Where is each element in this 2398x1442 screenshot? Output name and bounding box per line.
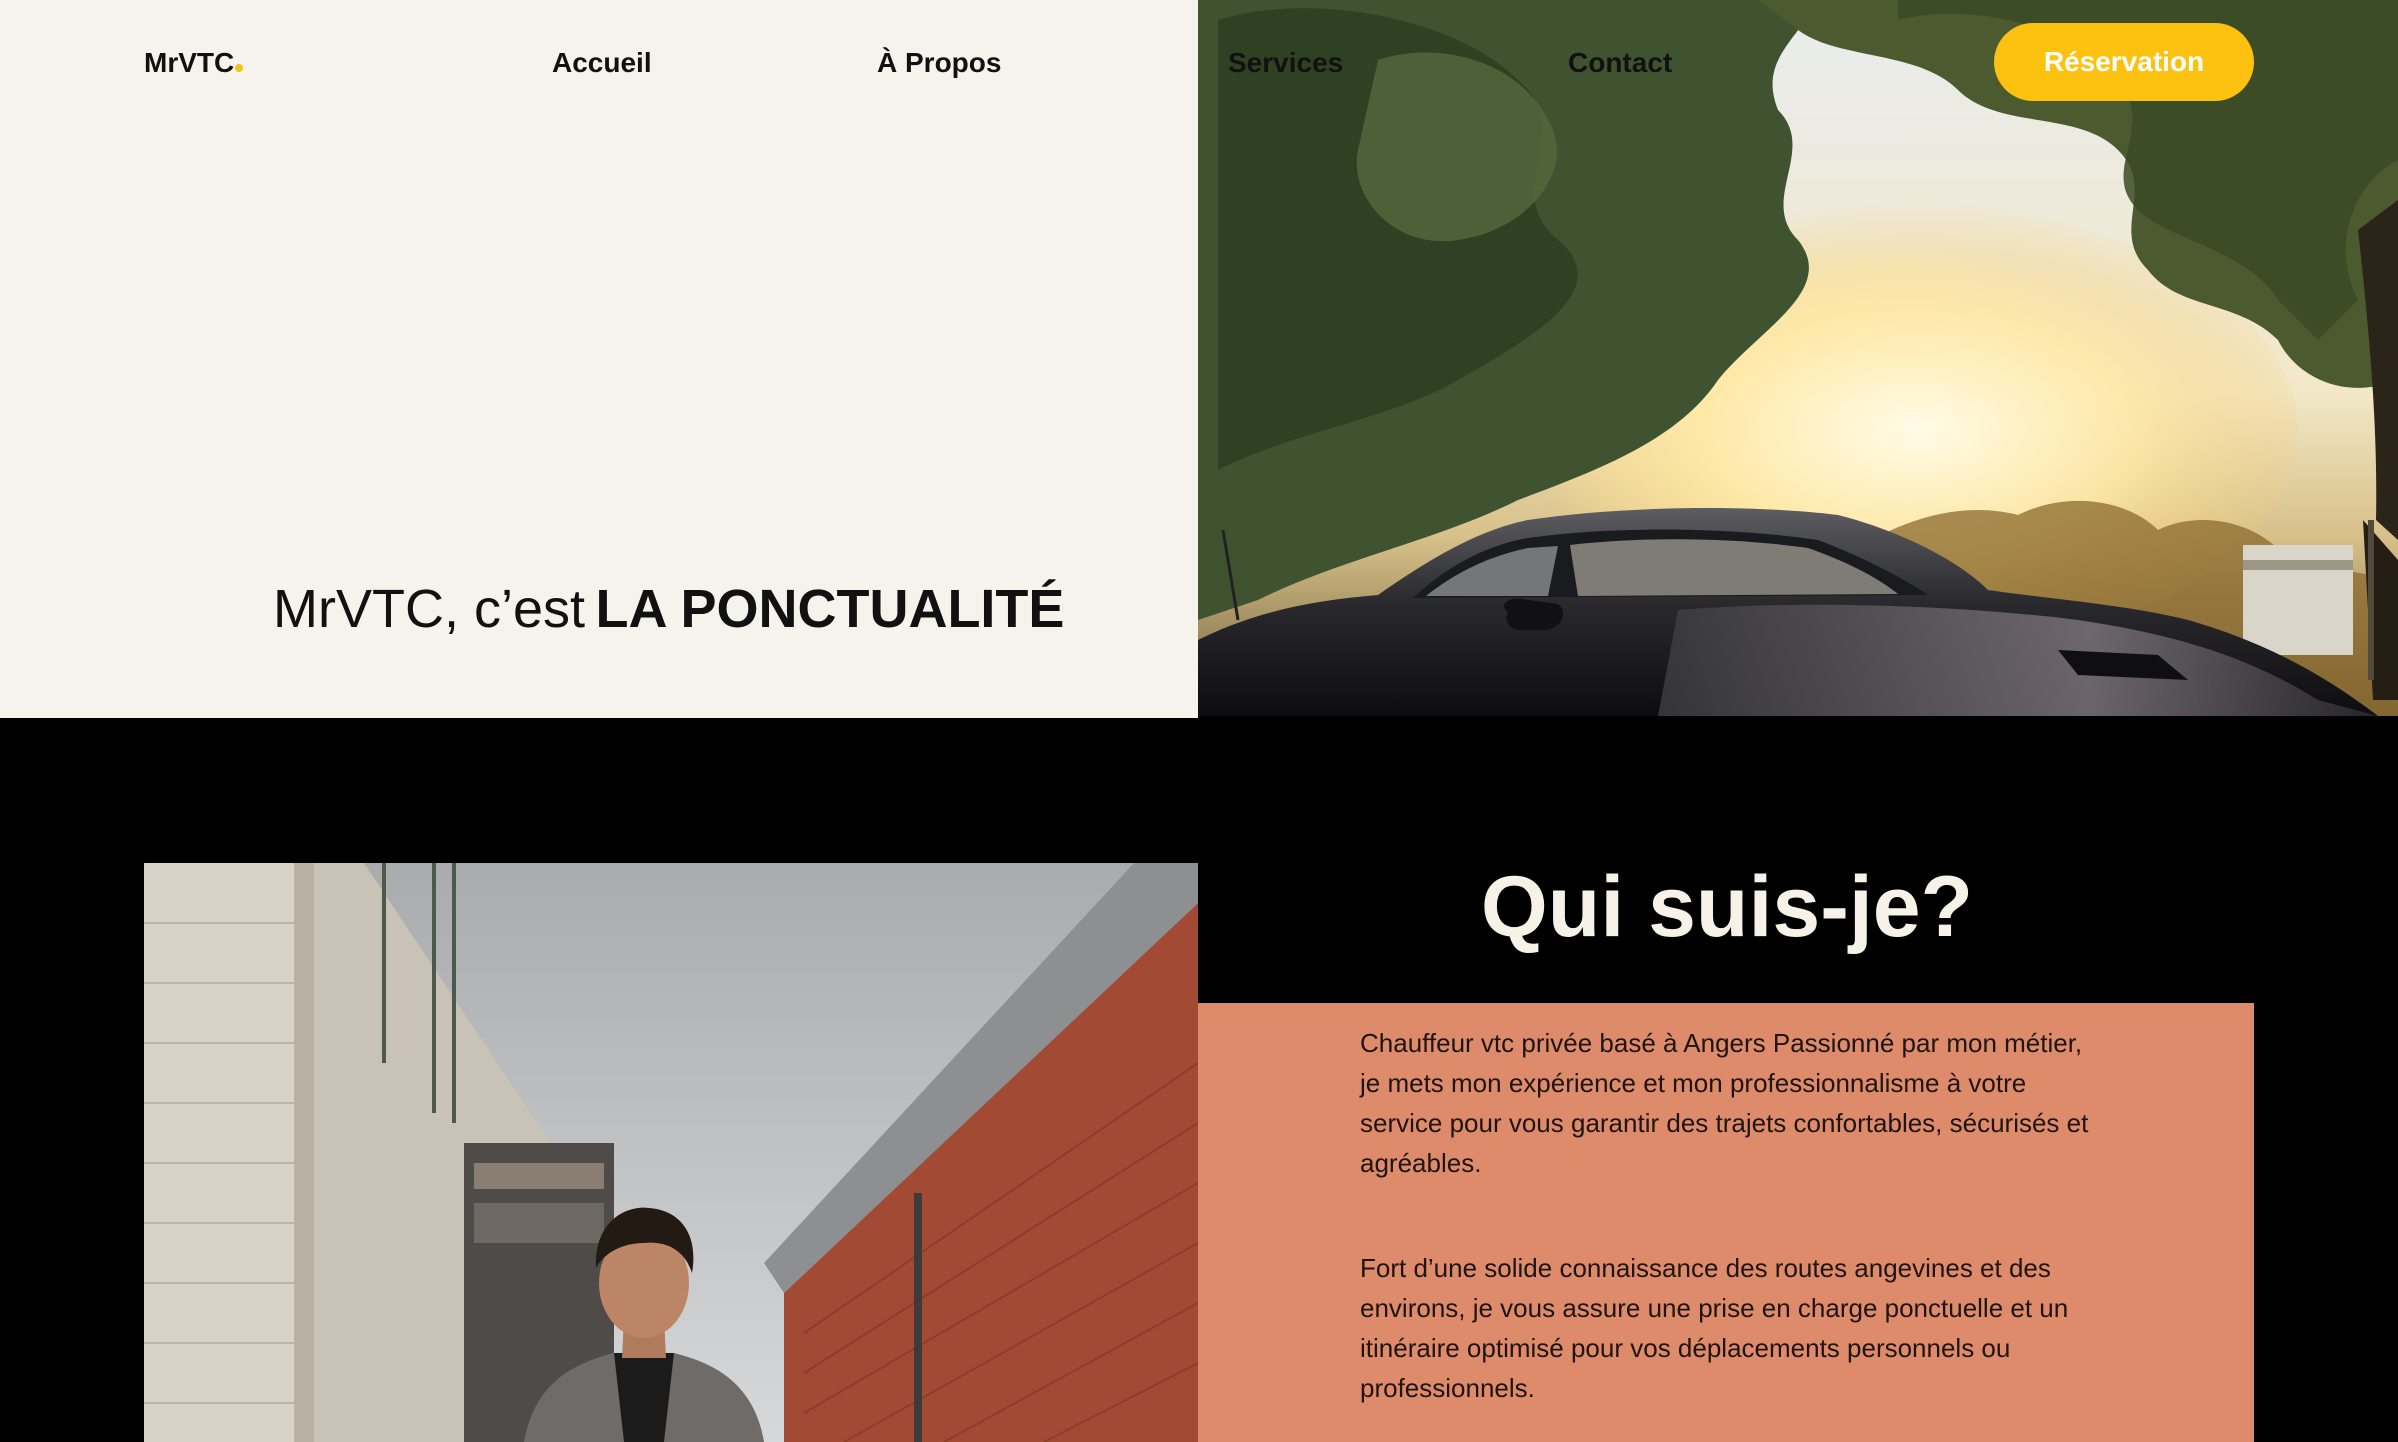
reservation-button[interactable]: Réservation (1994, 23, 2254, 101)
hero-tagline-prefix: MrVTC, c’est (273, 579, 586, 639)
about-title: Qui suis-je? (1480, 859, 1974, 955)
hero-section: MrVTC Accueil À Propos Services Contact … (0, 0, 2398, 718)
nav-link-accueil[interactable]: Accueil (552, 47, 652, 79)
about-paragraph-2: Fort d’une solide connaissance des route… (1360, 1253, 2069, 1403)
top-navigation: MrVTC Accueil À Propos Services Contact … (0, 0, 2398, 126)
about-card: Chauffeur vtc privée basé à Angers Passi… (1198, 1003, 2254, 1442)
nav-link-contact[interactable]: Contact (1568, 47, 1672, 79)
about-paragraph-1: Chauffeur vtc privée basé à Angers Passi… (1360, 1028, 2089, 1178)
nav-link-a-propos[interactable]: À Propos (877, 47, 1001, 79)
logo-text: MrVTC (144, 47, 235, 78)
logo-dot-icon (235, 64, 244, 72)
driver-portrait-illustration (144, 863, 1198, 1442)
site-logo[interactable]: MrVTC (144, 47, 244, 79)
driver-portrait-photo (144, 863, 1198, 1442)
hero-tagline-emphasis: LA PONCTUALITÉ (595, 579, 1065, 639)
hero-tagline: MrVTC, c’est LA PONCTUALITÉ (273, 578, 1064, 640)
nav-link-services[interactable]: Services (1228, 47, 1343, 79)
